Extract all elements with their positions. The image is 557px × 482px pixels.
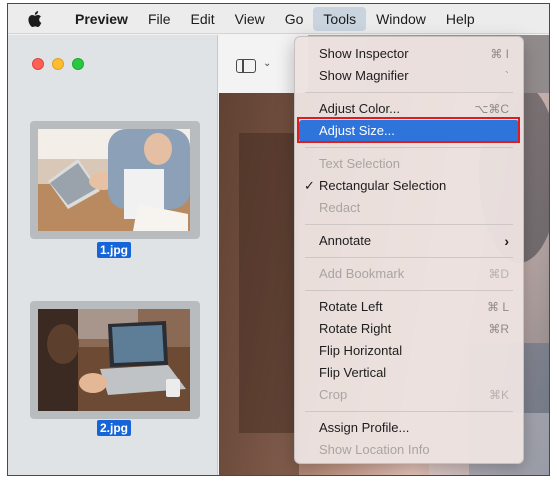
menu-item-shortcut: ⌘ I — [490, 47, 509, 61]
annotation-highlight-box — [297, 117, 520, 143]
menu-item-redact: Redact — [295, 197, 523, 219]
menu-item-label: Redact — [319, 200, 361, 215]
thumbnail-2[interactable] — [30, 301, 200, 419]
menu-item-shortcut: ⌘K — [488, 388, 509, 402]
menu-item-label: Crop — [319, 387, 348, 402]
preview-window: Preview File Edit View Go Tools Window H… — [7, 3, 550, 476]
menu-item-label: Show Inspector — [319, 46, 409, 61]
menu-item-flip-vertical[interactable]: Flip Vertical — [295, 362, 523, 384]
toolbar: ⌄ — [219, 35, 287, 93]
menu-item-shortcut: ⌘ L — [486, 300, 509, 314]
menu-item-show-location-info: Show Location Info — [295, 439, 523, 461]
menu-item-shortcut: ` — [505, 69, 509, 83]
menu-item-add-bookmark: Add Bookmark ⌘D — [295, 263, 523, 285]
chevron-down-icon[interactable]: ⌄ — [263, 58, 271, 69]
sidebar-toggle-icon[interactable] — [236, 59, 256, 73]
menu-item-label: Text Selection — [319, 156, 400, 171]
thumbnail-sidebar: 1.jpg 2.jpg — [8, 35, 218, 475]
menu-item-label: Rotate Left — [319, 299, 383, 314]
menu-tools[interactable]: Tools — [313, 6, 367, 31]
menu-item-label: Assign Profile... — [319, 420, 410, 435]
menu-separator — [305, 224, 513, 225]
thumbnail-label-1[interactable]: 1.jpg — [97, 242, 131, 258]
thumbnail-image-1 — [38, 129, 190, 231]
menu-separator — [305, 290, 513, 291]
menu-item-rectangular-selection[interactable]: ✓ Rectangular Selection — [295, 175, 523, 197]
menu-view[interactable]: View — [225, 7, 275, 31]
menu-item-crop: Crop ⌘K — [295, 384, 523, 406]
apple-logo-icon[interactable] — [27, 9, 45, 29]
thumbnail-image-2 — [38, 309, 190, 411]
minimize-button[interactable] — [52, 58, 64, 70]
tools-menu: Show Inspector ⌘ I Show Magnifier ` Adjust C… — [294, 36, 524, 464]
submenu-arrow-icon: › — [504, 233, 509, 249]
menu-item-label: Flip Vertical — [319, 365, 387, 380]
menu-item-label: Add Bookmark — [319, 266, 405, 281]
window-controls — [32, 58, 84, 70]
menu-separator — [305, 147, 513, 148]
menu-separator — [305, 411, 513, 412]
menu-item-rotate-right[interactable]: Rotate Right ⌘R — [295, 318, 523, 340]
menu-item-assign-profile[interactable]: Assign Profile... — [295, 417, 523, 439]
menu-edit[interactable]: Edit — [181, 7, 225, 31]
menu-item-show-inspector[interactable]: Show Inspector ⌘ I — [295, 43, 523, 65]
menu-file[interactable]: File — [138, 7, 181, 31]
menu-item-label: Rotate Right — [319, 321, 392, 336]
menu-item-label: Flip Horizontal — [319, 343, 403, 358]
menu-item-label: Rectangular Selection — [319, 178, 447, 193]
menu-go[interactable]: Go — [275, 7, 314, 31]
menu-item-text-selection: Text Selection — [295, 153, 523, 175]
menu-item-shortcut: ⌘D — [488, 267, 509, 281]
menu-item-label: Show Magnifier — [319, 68, 409, 83]
menu-app-preview[interactable]: Preview — [65, 7, 138, 31]
menu-separator — [305, 257, 513, 258]
menu-separator — [305, 92, 513, 93]
thumbnail-1[interactable] — [30, 121, 200, 239]
menu-item-annotate[interactable]: Annotate › — [295, 230, 523, 252]
menu-bar: Preview File Edit View Go Tools Window H… — [8, 4, 549, 34]
menu-item-label: Show Location Info — [319, 442, 430, 457]
menu-window[interactable]: Window — [366, 7, 436, 31]
checkmark-icon: ✓ — [304, 178, 315, 193]
menu-item-rotate-left[interactable]: Rotate Left ⌘ L — [295, 296, 523, 318]
menu-item-label: Annotate — [319, 233, 372, 248]
thumbnail-label-2[interactable]: 2.jpg — [97, 420, 131, 436]
menu-item-shortcut: ⌘R — [488, 322, 509, 336]
zoom-button[interactable] — [72, 58, 84, 70]
menu-item-flip-horizontal[interactable]: Flip Horizontal — [295, 340, 523, 362]
menu-item-show-magnifier[interactable]: Show Magnifier ` — [295, 65, 523, 87]
close-button[interactable] — [32, 58, 44, 70]
menu-help[interactable]: Help — [436, 7, 485, 31]
